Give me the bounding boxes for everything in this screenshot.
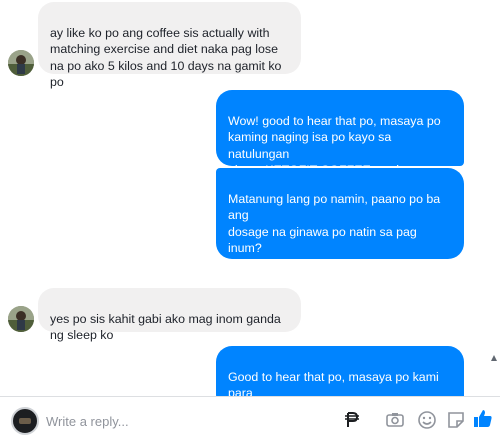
message-outgoing: Matanung lang po namin, paano po ba ang … (216, 168, 464, 321)
reply-input[interactable] (44, 409, 278, 433)
scrollbar-arrow[interactable] (491, 352, 497, 388)
camera-icon[interactable] (385, 410, 405, 430)
message-incoming: yes po sis kahit gabi ako mag inom ganda… (38, 288, 301, 342)
peso-icon[interactable] (342, 410, 362, 430)
contact-avatar[interactable] (8, 306, 34, 332)
contact-avatar[interactable] (8, 50, 34, 76)
sticker-icon[interactable] (446, 410, 466, 430)
reply-composer (0, 396, 500, 445)
message-outgoing: Wow! good to hear that po, masaya po kam… (216, 90, 464, 210)
message-incoming: ay like ko po ang coffee sis actually wi… (38, 2, 301, 89)
message-thread: ay like ko po ang coffee sis actually wi… (0, 0, 500, 396)
message-text: yes po sis kahit gabi ako mag inom ganda… (50, 311, 281, 343)
user-avatar (11, 407, 39, 435)
like-icon[interactable] (472, 408, 492, 428)
emoji-icon[interactable] (417, 410, 437, 430)
message-text: Good to hear that po, masaya po kami par… (228, 369, 439, 397)
message-outgoing: Good to hear that po, masaya po kami par… (216, 346, 464, 396)
message-text: ay like ko po ang coffee sis actually wi… (50, 25, 282, 90)
